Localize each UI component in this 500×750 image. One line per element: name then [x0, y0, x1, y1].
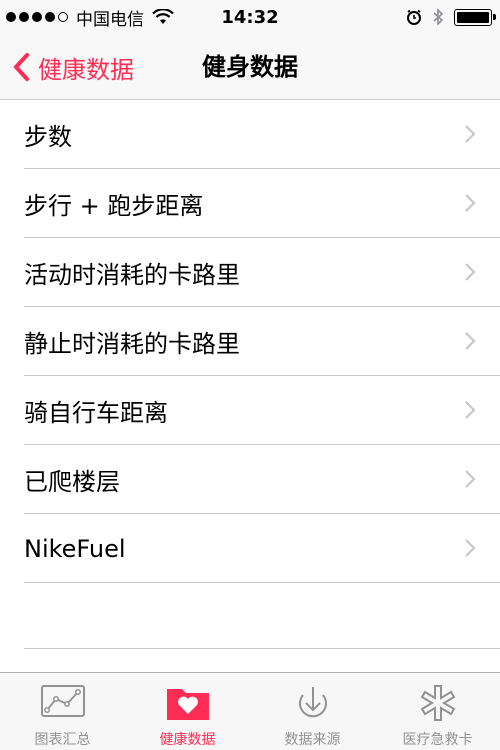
signal-strength-icon	[6, 12, 68, 22]
health-folder-icon	[166, 689, 209, 720]
list-item-walking-running-distance[interactable]: 步行 + 跑步距离	[0, 169, 500, 238]
chevron-left-icon	[14, 53, 29, 81]
chevron-right-icon	[465, 125, 476, 143]
chart-icon	[40, 685, 85, 717]
list-item-label: 活动时消耗的卡路里	[24, 261, 240, 289]
list-item-resting-calories[interactable]: 静止时消耗的卡路里	[0, 307, 500, 376]
chevron-right-icon	[465, 470, 476, 488]
battery-icon	[454, 8, 496, 26]
tab-dashboard[interactable]: 图表汇总	[0, 673, 125, 750]
medical-star-icon	[420, 685, 455, 721]
list-item-label: 步数	[24, 123, 72, 151]
divider	[24, 648, 500, 649]
tab-bar: 图表汇总 健康数据 数据来源 医疗急救卡	[0, 672, 500, 750]
list-item-label: 已爬楼层	[24, 468, 120, 496]
carrier-name: 中国电信	[76, 9, 144, 30]
back-button[interactable]: 健康数据	[12, 34, 134, 100]
list-item-label: 骑自行车距离	[24, 399, 168, 427]
tab-label: 健康数据	[159, 732, 216, 748]
download-icon	[298, 687, 327, 718]
bluetooth-icon	[433, 8, 444, 26]
fitness-data-list: 步数 步行 + 跑步距离 活动时消耗的卡路里 静止时消耗的卡路里 骑自行车距离 …	[0, 100, 500, 583]
chevron-right-icon	[465, 401, 476, 419]
alarm-clock-icon	[407, 9, 421, 25]
navigation-bar: 健康数据 健身数据	[0, 34, 500, 100]
chevron-right-icon	[465, 539, 476, 557]
tab-data-sources[interactable]: 数据来源	[250, 673, 375, 750]
back-button-label: 健康数据	[38, 55, 134, 84]
tab-label: 数据来源	[284, 732, 341, 748]
list-item-flights-climbed[interactable]: 已爬楼层	[0, 445, 500, 514]
chevron-right-icon	[465, 263, 476, 281]
tab-health-data[interactable]: 健康数据	[125, 673, 250, 750]
chevron-right-icon	[465, 332, 476, 350]
chevron-right-icon	[465, 194, 476, 212]
tab-label: 医疗急救卡	[402, 732, 473, 748]
list-item-cycling-distance[interactable]: 骑自行车距离	[0, 376, 500, 445]
list-item-steps[interactable]: 步数	[0, 100, 500, 169]
wifi-icon	[152, 9, 174, 24]
list-item-label: 静止时消耗的卡路里	[24, 330, 240, 358]
status-bar: 中国电信 14:32	[0, 0, 500, 34]
list-item-label: 步行 + 跑步距离	[24, 192, 204, 220]
list-item-active-calories[interactable]: 活动时消耗的卡路里	[0, 238, 500, 307]
list-item-nikefuel[interactable]: NikeFuel	[0, 514, 500, 583]
tab-label: 图表汇总	[34, 732, 91, 748]
list-item-label: NikeFuel	[24, 534, 126, 563]
tab-medical-id[interactable]: 医疗急救卡	[375, 673, 500, 750]
